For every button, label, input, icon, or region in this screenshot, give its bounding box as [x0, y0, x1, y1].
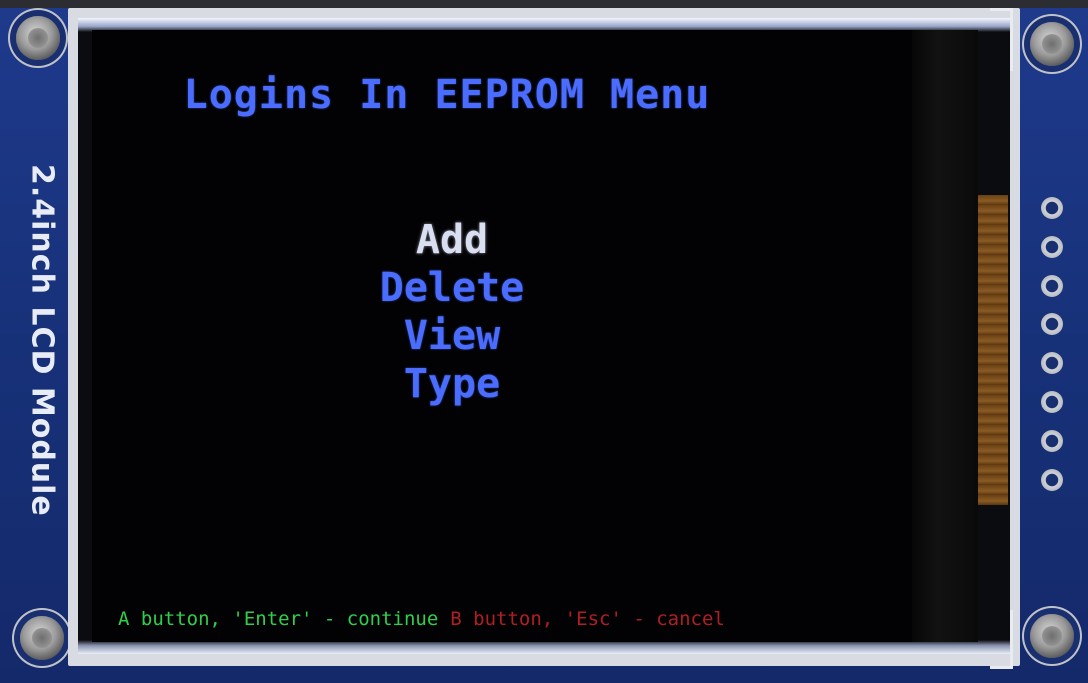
cancel-hint: B button, 'Esc' - cancel — [450, 608, 725, 630]
menu-list: Add Delete View Type — [92, 216, 912, 408]
footer-hints: A button, 'Enter' - continue B button, 'E… — [118, 608, 725, 630]
lcd-flex-strip — [912, 30, 978, 642]
header-pin-icon — [1041, 352, 1063, 374]
header-pin-icon — [1041, 313, 1063, 335]
header-pin-icon — [1041, 236, 1063, 258]
header-pin-icon — [1041, 469, 1063, 491]
menu-item-view[interactable]: View — [404, 312, 500, 360]
header-pin-icon — [1041, 430, 1063, 452]
module-label: 2.4inch LCD Module — [24, 163, 60, 517]
header-pin-icon — [1041, 197, 1063, 219]
screw-bottom-left-icon — [20, 616, 64, 660]
backlight-edge — [78, 640, 1010, 654]
menu-item-add[interactable]: Add — [416, 216, 488, 264]
frame-bracket — [990, 610, 1013, 669]
menu-title: Logins In EEPROM Menu — [183, 72, 711, 118]
screw-top-left-icon — [16, 16, 60, 60]
lcd-flex-cable — [978, 195, 1008, 505]
menu-item-delete[interactable]: Delete — [380, 264, 525, 312]
frame-bracket — [990, 8, 1013, 71]
menu-item-type[interactable]: Type — [404, 360, 500, 408]
header-pin-icon — [1041, 391, 1063, 413]
screw-top-right-icon — [1030, 22, 1074, 66]
header-pin-icon — [1041, 275, 1063, 297]
continue-hint: A button, 'Enter' - continue — [118, 608, 439, 630]
screw-bottom-right-icon — [1030, 614, 1074, 658]
lcd-module-board: 2.4inch LCD Module Logins In EEPROM Menu… — [0, 0, 1088, 683]
